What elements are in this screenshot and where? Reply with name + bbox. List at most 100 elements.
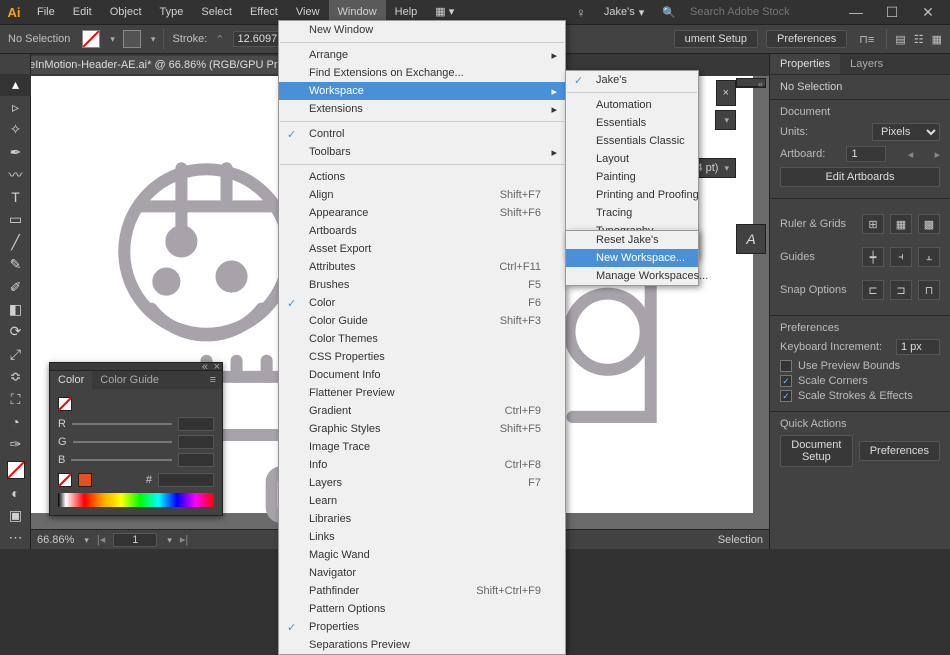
menu-item-align[interactable]: AlignShift+F7 [279, 186, 565, 204]
workspace-switcher[interactable]: Jake's▾ [594, 4, 654, 21]
doc-setup-button[interactable]: ument Setup [674, 30, 758, 48]
menu-item-automation[interactable]: Automation [566, 96, 698, 114]
snap-point-icon[interactable]: ⊐ [890, 280, 912, 300]
none-swatch[interactable] [58, 473, 72, 487]
menu-item-gradient[interactable]: GradientCtrl+F9 [279, 402, 565, 420]
menu-item-jake-s[interactable]: ✓Jake's [566, 71, 698, 89]
qa-preferences-button[interactable]: Preferences [859, 441, 940, 461]
search-icon[interactable]: 🔍 [662, 6, 676, 19]
scale-corners-checkbox[interactable]: ✓ [780, 375, 792, 387]
guides-lock-icon[interactable]: ⫞ [890, 247, 912, 267]
menu-item-color[interactable]: ✓ColorF6 [279, 294, 565, 312]
menu-item-tracing[interactable]: Tracing [566, 204, 698, 222]
menu-item-color-themes[interactable]: Color Themes [279, 330, 565, 348]
menu-item-essentials-classic[interactable]: Essentials Classic [566, 132, 698, 150]
menu-edit[interactable]: Edit [64, 0, 101, 24]
menu-file[interactable]: File [28, 0, 64, 24]
rectangle-tool[interactable]: ▭ [0, 208, 31, 230]
snap-grid-icon[interactable]: ⊓ [918, 280, 940, 300]
g-slider[interactable] [73, 441, 172, 443]
menu-item-navigator[interactable]: Navigator [279, 564, 565, 582]
guides-show-icon[interactable]: ┿ [862, 247, 884, 267]
rotate-tool[interactable]: ⟳ [0, 321, 31, 343]
menu-item-new-workspace-[interactable]: New Workspace... [566, 249, 698, 267]
menu-item-separations-preview[interactable]: Separations Preview [279, 636, 565, 654]
direct-selection-tool[interactable]: ▹ [0, 96, 31, 118]
type-tool[interactable]: T [0, 186, 31, 208]
menu-item-image-trace[interactable]: Image Trace [279, 438, 565, 456]
menu-item-css-properties[interactable]: CSS Properties [279, 348, 565, 366]
free-transform-tool[interactable]: ⛶ [0, 388, 31, 410]
panel-icon-2[interactable]: ☷ [914, 33, 924, 46]
menu-item-actions[interactable]: Actions [279, 168, 565, 186]
panel-icon-3[interactable]: ▦ [932, 33, 942, 46]
panel-drag-handle[interactable]: «× [50, 363, 222, 371]
r-value[interactable] [178, 417, 214, 431]
menu-item-learn[interactable]: Learn [279, 492, 565, 510]
shape-builder-tool[interactable]: ◔ [0, 411, 31, 433]
menu-item-layout[interactable]: Layout [566, 150, 698, 168]
menu-item-painting[interactable]: Painting [566, 168, 698, 186]
menu-item-control[interactable]: ✓Control [279, 125, 565, 143]
properties-tab[interactable]: Properties [770, 54, 840, 74]
paintbrush-tool[interactable]: ✎ [0, 253, 31, 275]
pen-tool[interactable]: ✒ [0, 141, 31, 163]
pt-dropdown[interactable] [722, 162, 729, 174]
panel-menu-icon[interactable]: ≡ [204, 371, 222, 389]
menu-item-pattern-options[interactable]: Pattern Options [279, 600, 565, 618]
preferences-button[interactable]: Preferences [766, 30, 847, 48]
selection-tool[interactable]: ▴ [0, 74, 31, 96]
character-panel-icon[interactable]: A [736, 224, 766, 254]
status-artboard[interactable]: 1 [113, 533, 157, 547]
artboard-input[interactable] [846, 146, 886, 162]
menu-item-layers[interactable]: LayersF7 [279, 474, 565, 492]
menu-item-pathfinder[interactable]: PathfinderShift+Ctrl+F9 [279, 582, 565, 600]
fill-swatch[interactable] [82, 30, 100, 48]
units-select[interactable]: Pixels [872, 123, 940, 141]
color-tab[interactable]: Color [50, 371, 92, 389]
menu-item-arrange[interactable]: Arrange▸ [279, 46, 565, 64]
panel-close-icon[interactable]: × [214, 361, 220, 373]
stroke-swatch[interactable] [123, 30, 141, 48]
menu-item-printing-and-proofing[interactable]: Printing and Proofing [566, 186, 698, 204]
last-color-swatch[interactable] [78, 473, 92, 487]
close-button[interactable]: ✕ [914, 3, 942, 21]
g-value[interactable] [178, 435, 214, 449]
stroke-dropdown[interactable] [149, 33, 156, 45]
hex-input[interactable] [158, 473, 214, 487]
menu-item-flattener-preview[interactable]: Flattener Preview [279, 384, 565, 402]
menu-item-graphic-styles[interactable]: Graphic StylesShift+F5 [279, 420, 565, 438]
transparency-grid-icon[interactable]: ▩ [918, 214, 940, 234]
menu-object[interactable]: Object [101, 0, 151, 24]
learn-icon[interactable]: ♀ [576, 5, 586, 20]
shaper-tool[interactable]: ✐ [0, 276, 31, 298]
magic-wand-tool[interactable]: ✧ [0, 119, 31, 141]
menu-item-extensions[interactable]: Extensions▸ [279, 100, 565, 118]
menu-item-properties[interactable]: ✓Properties [279, 618, 565, 636]
menu-item-new-window[interactable]: New Window [279, 21, 565, 39]
menu-select[interactable]: Select [192, 0, 241, 24]
align-to-icon[interactable]: ⊓≡ [855, 33, 878, 46]
x-icon[interactable]: × [723, 87, 729, 99]
preview-bounds-checkbox[interactable] [780, 360, 792, 372]
fill-dropdown[interactable] [108, 33, 115, 45]
r-slider[interactable] [72, 423, 172, 425]
b-slider[interactable] [71, 459, 172, 461]
spectrum-picker[interactable] [58, 493, 214, 507]
kbd-inc-input[interactable] [896, 339, 940, 355]
menu-item-asset-export[interactable]: Asset Export [279, 240, 565, 258]
mini-dropdown[interactable] [722, 114, 729, 126]
scale-strokes-checkbox[interactable]: ✓ [780, 390, 792, 402]
minimize-button[interactable]: — [842, 3, 870, 21]
menu-item-find-extensions-on-exchange-[interactable]: Find Extensions on Exchange... [279, 64, 565, 82]
smart-guides-icon[interactable]: ⫠ [918, 247, 940, 267]
menu-type[interactable]: Type [151, 0, 193, 24]
zoom-value[interactable]: 66.86% [37, 534, 74, 546]
menu-item-toolbars[interactable]: Toolbars▸ [279, 143, 565, 161]
line-tool[interactable]: ╱ [0, 231, 31, 253]
menu-item-workspace[interactable]: Workspace▸ [279, 82, 565, 100]
maximize-button[interactable]: ☐ [878, 3, 906, 21]
artboard-prev[interactable]: ◂ [908, 148, 914, 161]
menu-item-color-guide[interactable]: Color GuideShift+F3 [279, 312, 565, 330]
menu-item-appearance[interactable]: AppearanceShift+F6 [279, 204, 565, 222]
